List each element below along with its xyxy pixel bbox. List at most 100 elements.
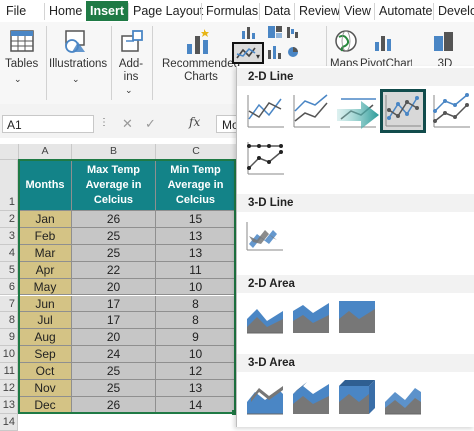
month-cell[interactable]: Oct (19, 363, 72, 380)
enter-icon[interactable]: ✓ (145, 116, 156, 132)
3d-100-stacked-area-chart-option[interactable] (335, 376, 379, 421)
max-temp-cell[interactable]: 22 (72, 261, 156, 279)
row-header[interactable]: 7 (0, 295, 18, 313)
tab-formulas[interactable]: Formulas (201, 3, 258, 20)
insert-hierarchy-chart-button[interactable] (266, 24, 284, 45)
month-cell[interactable]: Jul (19, 312, 72, 330)
worksheet[interactable]: A B C 1 2 3 4 5 6 7 8 9 10 11 12 13 14 Months Max Temp … (0, 144, 240, 431)
min-temp-cell[interactable]: 14 (156, 396, 236, 414)
tab-insert[interactable]: Insert (86, 1, 129, 21)
min-temp-cell[interactable]: 9 (156, 329, 236, 347)
month-cell[interactable]: Nov (19, 380, 72, 397)
row-header[interactable]: 6 (0, 278, 18, 296)
recommended-charts-button[interactable] (184, 26, 214, 61)
insert-statistic-chart-button[interactable] (266, 44, 284, 65)
month-cell[interactable]: Sep (19, 346, 72, 364)
min-temp-cell[interactable]: 8 (156, 312, 236, 330)
month-cell[interactable]: Jan (19, 211, 72, 228)
insert-pie-chart-button[interactable] (286, 44, 300, 65)
min-temp-cell[interactable]: 13 (156, 380, 236, 397)
max-temp-cell[interactable]: 20 (72, 329, 156, 347)
max-temp-cell[interactable]: 20 (72, 278, 156, 296)
3d-area-chart-option[interactable] (243, 376, 287, 421)
row-header[interactable]: 10 (0, 346, 18, 364)
max-temp-cell[interactable]: 24 (72, 346, 156, 364)
max-temp-cell[interactable]: 25 (72, 363, 156, 380)
tables-chevron-icon[interactable]: ⌄ (14, 73, 22, 86)
tab-data[interactable]: Data (259, 3, 290, 20)
row-header[interactable]: 5 (0, 261, 18, 279)
tab-review[interactable]: Review (294, 3, 340, 20)
min-temp-cell[interactable]: 13 (156, 227, 236, 245)
line-chart-option[interactable] (243, 91, 287, 136)
month-cell[interactable]: Jun (19, 295, 72, 313)
100-stacked-area-chart-option[interactable] (335, 297, 379, 342)
header-cell-max-temp[interactable]: Max Temp Average in Celcius (72, 160, 156, 211)
stacked-line-with-markers-option[interactable] (429, 91, 473, 136)
illustrations-chevron-icon[interactable]: ⌄ (72, 73, 80, 86)
3d-stacked-area-chart-option[interactable] (289, 376, 333, 421)
max-temp-cell[interactable]: 17 (72, 312, 156, 330)
3d-map-button[interactable] (430, 28, 456, 59)
min-temp-cell[interactable]: 12 (156, 363, 236, 380)
name-box[interactable]: A1 (2, 115, 94, 133)
addins-button[interactable] (119, 28, 145, 59)
min-temp-cell[interactable]: 10 (156, 346, 236, 364)
100-stacked-line-with-markers-option[interactable] (243, 138, 287, 183)
addins-chevron-icon[interactable]: ⌄ (125, 84, 133, 97)
tables-button[interactable] (9, 28, 35, 59)
month-cell[interactable]: Dec (19, 396, 72, 414)
max-temp-cell[interactable]: 25 (72, 380, 156, 397)
insert-function-button[interactable]: fx (189, 115, 200, 129)
row-header[interactable]: 2 (0, 211, 18, 228)
tab-automate[interactable]: Automate (374, 3, 433, 20)
month-cell[interactable]: Feb (19, 227, 72, 245)
insert-line-chart-button[interactable]: ▾ (232, 42, 264, 64)
max-temp-cell[interactable]: 26 (72, 211, 156, 228)
row-header[interactable]: 11 (0, 363, 18, 380)
3d-line-chart-option[interactable] (243, 216, 287, 261)
pivotchart-button[interactable] (372, 28, 398, 59)
row-header[interactable]: 14 (0, 413, 18, 431)
max-temp-cell[interactable]: 25 (72, 227, 156, 245)
min-temp-cell[interactable]: 13 (156, 244, 236, 262)
header-cell-months[interactable]: Months (19, 160, 72, 211)
min-temp-cell[interactable]: 8 (156, 295, 236, 313)
stacked-line-chart-option[interactable] (289, 91, 333, 136)
maps-button[interactable] (333, 28, 359, 59)
cancel-icon[interactable]: ✕ (122, 116, 133, 132)
insert-waterfall-chart-button[interactable] (286, 24, 300, 45)
3d-area-alt-chart-option[interactable] (381, 376, 425, 421)
column-header-a[interactable]: A (19, 144, 72, 160)
row-header[interactable]: 12 (0, 380, 18, 397)
max-temp-cell[interactable]: 26 (72, 396, 156, 414)
row-header[interactable]: 9 (0, 329, 18, 347)
column-header-b[interactable]: B (72, 144, 156, 160)
select-all-corner[interactable] (0, 144, 19, 160)
header-cell-min-temp[interactable]: Min Temp Average in Celcius (156, 160, 236, 211)
min-temp-cell[interactable]: 10 (156, 278, 236, 296)
row-header[interactable]: 8 (0, 312, 18, 330)
row-header[interactable]: 4 (0, 244, 18, 262)
month-cell[interactable]: Mar (19, 244, 72, 262)
tab-developer[interactable]: Develo (433, 3, 474, 20)
row-header[interactable]: 1 (0, 160, 18, 211)
illustrations-button[interactable] (62, 28, 88, 59)
insert-column-chart-button[interactable] (240, 24, 258, 45)
month-cell[interactable]: May (19, 278, 72, 296)
row-header[interactable]: 13 (0, 396, 18, 414)
area-chart-option[interactable] (243, 297, 287, 342)
tab-file[interactable]: File (6, 3, 26, 20)
min-temp-cell[interactable]: 11 (156, 261, 236, 279)
row-header[interactable]: 3 (0, 227, 18, 245)
max-temp-cell[interactable]: 25 (72, 244, 156, 262)
stacked-area-chart-option[interactable] (289, 297, 333, 342)
month-cell[interactable]: Apr (19, 261, 72, 279)
max-temp-cell[interactable]: 17 (72, 295, 156, 313)
tab-view[interactable]: View (339, 3, 371, 20)
month-cell[interactable]: Aug (19, 329, 72, 347)
column-header-c[interactable]: C (156, 144, 237, 160)
tab-home[interactable]: Home (44, 3, 82, 20)
line-with-markers-option[interactable] (380, 89, 426, 133)
tab-page-layout[interactable]: Page Layout (128, 3, 203, 20)
